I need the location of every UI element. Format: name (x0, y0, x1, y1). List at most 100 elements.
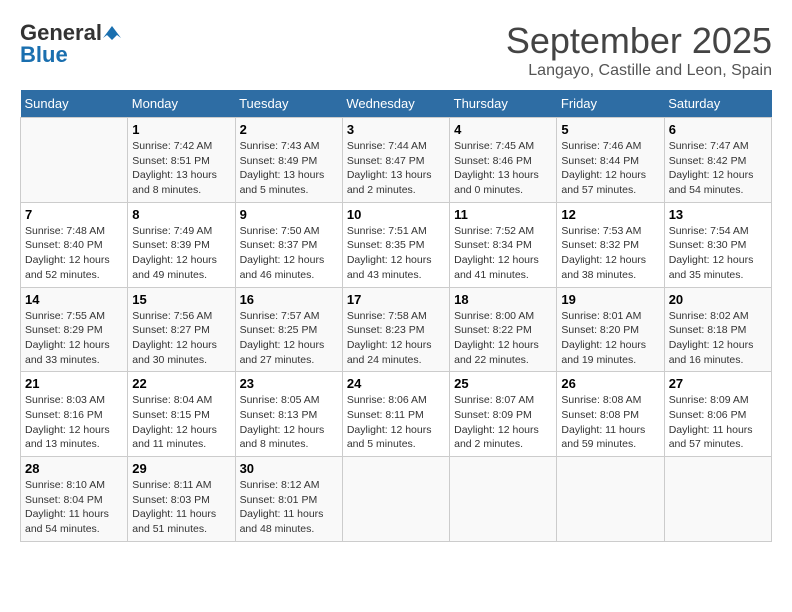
day-number: 9 (240, 207, 338, 222)
day-number: 25 (454, 376, 552, 391)
main-title: September 2025 (506, 20, 772, 62)
day-info: Sunrise: 8:07 AMSunset: 8:09 PMDaylight:… (454, 393, 552, 452)
day-number: 6 (669, 122, 767, 137)
day-info: Sunrise: 8:02 AMSunset: 8:18 PMDaylight:… (669, 309, 767, 368)
day-number: 17 (347, 292, 445, 307)
calendar-cell: 22 Sunrise: 8:04 AMSunset: 8:15 PMDayligh… (128, 372, 235, 457)
calendar-cell (21, 118, 128, 203)
calendar-cell: 4 Sunrise: 7:45 AMSunset: 8:46 PMDaylight… (450, 118, 557, 203)
calendar-cell (342, 457, 449, 542)
header: General Blue September 2025 Langayo, Cas… (20, 20, 772, 80)
logo-bird-icon (103, 24, 121, 42)
day-number: 18 (454, 292, 552, 307)
week-row-4: 21Sunrise: 8:03 AMSunset: 8:16 PMDayligh… (21, 372, 772, 457)
calendar-cell: 28 Sunrise: 8:10 AMSunset: 8:04 PMDayligh… (21, 457, 128, 542)
calendar-cell: 13Sunrise: 7:54 AMSunset: 8:30 PMDayligh… (664, 202, 771, 287)
calendar-cell: 18Sunrise: 8:00 AMSunset: 8:22 PMDayligh… (450, 287, 557, 372)
calendar-cell: 16 Sunrise: 7:57 AMSunset: 8:25 PMDayligh… (235, 287, 342, 372)
day-number: 4 (454, 122, 552, 137)
day-info: Sunrise: 8:04 AMSunset: 8:15 PMDaylight:… (132, 393, 230, 452)
calendar-cell: 14 Sunrise: 7:55 AMSunset: 8:29 PMDayligh… (21, 287, 128, 372)
day-info: Sunrise: 7:57 AMSunset: 8:25 PMDaylight:… (240, 309, 338, 368)
day-info: Sunrise: 8:10 AMSunset: 8:04 PMDaylight:… (25, 478, 123, 537)
day-number: 23 (240, 376, 338, 391)
header-thursday: Thursday (450, 90, 557, 118)
header-monday: Monday (128, 90, 235, 118)
day-number: 29 (132, 461, 230, 476)
day-number: 12 (561, 207, 659, 222)
day-number: 19 (561, 292, 659, 307)
calendar-cell: 2Sunrise: 7:43 AMSunset: 8:49 PMDaylight… (235, 118, 342, 203)
day-info: Sunrise: 7:42 AMSunset: 8:51 PMDaylight:… (132, 139, 230, 198)
day-info: Sunrise: 8:06 AMSunset: 8:11 PMDaylight:… (347, 393, 445, 452)
header-tuesday: Tuesday (235, 90, 342, 118)
title-area: September 2025 Langayo, Castille and Leo… (506, 20, 772, 80)
day-info: Sunrise: 8:09 AMSunset: 8:06 PMDaylight:… (669, 393, 767, 452)
day-number: 5 (561, 122, 659, 137)
day-number: 8 (132, 207, 230, 222)
day-info: Sunrise: 8:12 AMSunset: 8:01 PMDaylight:… (240, 478, 338, 537)
calendar-cell: 8 Sunrise: 7:49 AMSunset: 8:39 PMDaylight… (128, 202, 235, 287)
day-number: 27 (669, 376, 767, 391)
calendar-cell (664, 457, 771, 542)
day-info: Sunrise: 7:44 AMSunset: 8:47 PMDaylight:… (347, 139, 445, 198)
calendar-table: SundayMondayTuesdayWednesdayThursdayFrid… (20, 90, 772, 542)
day-number: 20 (669, 292, 767, 307)
day-number: 22 (132, 376, 230, 391)
subtitle: Langayo, Castille and Leon, Spain (506, 62, 772, 80)
calendar-cell: 20 Sunrise: 8:02 AMSunset: 8:18 PMDayligh… (664, 287, 771, 372)
day-info: Sunrise: 7:49 AMSunset: 8:39 PMDaylight:… (132, 224, 230, 283)
day-number: 16 (240, 292, 338, 307)
calendar-cell (450, 457, 557, 542)
day-info: Sunrise: 8:11 AMSunset: 8:03 PMDaylight:… (132, 478, 230, 537)
day-number: 3 (347, 122, 445, 137)
day-number: 13 (669, 207, 767, 222)
header-wednesday: Wednesday (342, 90, 449, 118)
calendar-cell: 10Sunrise: 7:51 AMSunset: 8:35 PMDayligh… (342, 202, 449, 287)
day-info: Sunrise: 8:08 AMSunset: 8:08 PMDaylight:… (561, 393, 659, 452)
calendar-cell (557, 457, 664, 542)
week-row-2: 7 Sunrise: 7:48 AMSunset: 8:40 PMDaylight… (21, 202, 772, 287)
calendar-cell: 11 Sunrise: 7:52 AMSunset: 8:34 PMDayligh… (450, 202, 557, 287)
calendar-cell: 12 Sunrise: 7:53 AMSunset: 8:32 PMDayligh… (557, 202, 664, 287)
day-number: 7 (25, 207, 123, 222)
logo: General Blue (20, 20, 122, 68)
day-info: Sunrise: 7:56 AMSunset: 8:27 PMDaylight:… (132, 309, 230, 368)
day-info: Sunrise: 7:52 AMSunset: 8:34 PMDaylight:… (454, 224, 552, 283)
day-info: Sunrise: 7:47 AMSunset: 8:42 PMDaylight:… (669, 139, 767, 198)
week-row-1: 1 Sunrise: 7:42 AMSunset: 8:51 PMDaylight… (21, 118, 772, 203)
header-sunday: Sunday (21, 90, 128, 118)
calendar-cell: 17 Sunrise: 7:58 AMSunset: 8:23 PMDayligh… (342, 287, 449, 372)
day-number: 10 (347, 207, 445, 222)
calendar-cell: 26 Sunrise: 8:08 AMSunset: 8:08 PMDayligh… (557, 372, 664, 457)
header-saturday: Saturday (664, 90, 771, 118)
calendar-cell: 7 Sunrise: 7:48 AMSunset: 8:40 PMDaylight… (21, 202, 128, 287)
day-number: 2 (240, 122, 338, 137)
day-number: 26 (561, 376, 659, 391)
day-info: Sunrise: 7:46 AMSunset: 8:44 PMDaylight:… (561, 139, 659, 198)
calendar-cell: 24Sunrise: 8:06 AMSunset: 8:11 PMDayligh… (342, 372, 449, 457)
day-info: Sunrise: 7:58 AMSunset: 8:23 PMDaylight:… (347, 309, 445, 368)
calendar-cell: 9 Sunrise: 7:50 AMSunset: 8:37 PMDaylight… (235, 202, 342, 287)
day-info: Sunrise: 8:05 AMSunset: 8:13 PMDaylight:… (240, 393, 338, 452)
calendar-cell: 5 Sunrise: 7:46 AMSunset: 8:44 PMDaylight… (557, 118, 664, 203)
day-number: 21 (25, 376, 123, 391)
day-number: 28 (25, 461, 123, 476)
day-info: Sunrise: 7:53 AMSunset: 8:32 PMDaylight:… (561, 224, 659, 283)
day-number: 15 (132, 292, 230, 307)
day-number: 14 (25, 292, 123, 307)
day-info: Sunrise: 7:50 AMSunset: 8:37 PMDaylight:… (240, 224, 338, 283)
calendar-cell: 3 Sunrise: 7:44 AMSunset: 8:47 PMDaylight… (342, 118, 449, 203)
calendar-cell: 6 Sunrise: 7:47 AMSunset: 8:42 PMDaylight… (664, 118, 771, 203)
day-info: Sunrise: 8:01 AMSunset: 8:20 PMDaylight:… (561, 309, 659, 368)
logo-blue: Blue (20, 42, 68, 68)
day-info: Sunrise: 7:55 AMSunset: 8:29 PMDaylight:… (25, 309, 123, 368)
day-info: Sunrise: 7:45 AMSunset: 8:46 PMDaylight:… (454, 139, 552, 198)
day-number: 11 (454, 207, 552, 222)
calendar-cell: 29 Sunrise: 8:11 AMSunset: 8:03 PMDayligh… (128, 457, 235, 542)
calendar-cell: 15 Sunrise: 7:56 AMSunset: 8:27 PMDayligh… (128, 287, 235, 372)
day-info: Sunrise: 7:48 AMSunset: 8:40 PMDaylight:… (25, 224, 123, 283)
calendar-cell: 21Sunrise: 8:03 AMSunset: 8:16 PMDayligh… (21, 372, 128, 457)
calendar-cell: 19 Sunrise: 8:01 AMSunset: 8:20 PMDayligh… (557, 287, 664, 372)
day-number: 1 (132, 122, 230, 137)
